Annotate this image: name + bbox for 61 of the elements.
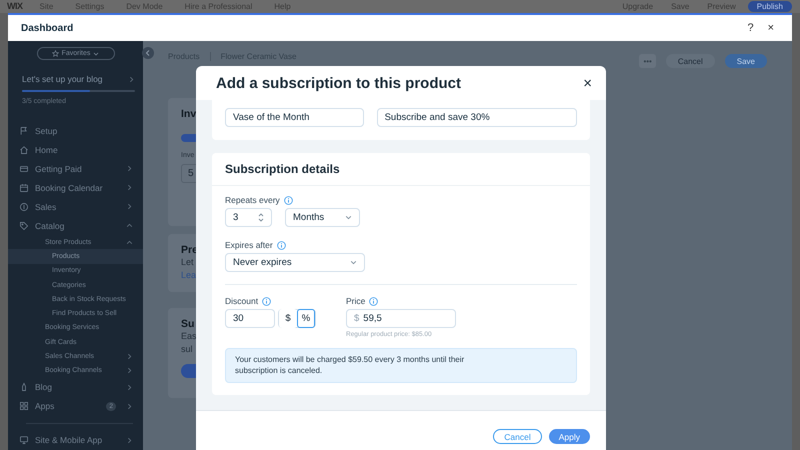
flag-icon bbox=[19, 126, 29, 136]
modal-title: Add a subscription to this product bbox=[216, 74, 462, 92]
chevron-left-icon bbox=[145, 50, 151, 56]
card-text: Eas bbox=[181, 330, 197, 343]
house-icon bbox=[19, 144, 29, 154]
more-button[interactable]: ••• bbox=[639, 54, 656, 68]
field-label: Discount bbox=[225, 296, 258, 306]
publish-button[interactable]: Publish bbox=[748, 1, 792, 12]
nav-item[interactable]: Getting Paid bbox=[8, 159, 143, 178]
dropdown[interactable]: Never expires bbox=[225, 253, 365, 272]
section-title: Subscription details bbox=[212, 153, 590, 186]
close-button[interactable]: × bbox=[764, 22, 778, 34]
info-notice: Your customers will be charged $59.50 every 3 months until their subscription is canceled. bbox=[225, 348, 577, 383]
nav-item[interactable]: Booking Calendar bbox=[8, 178, 143, 197]
field-label: Price bbox=[346, 296, 366, 306]
card-icon bbox=[19, 164, 29, 174]
coin-icon bbox=[19, 202, 29, 212]
tag-icon bbox=[19, 220, 29, 230]
nav-item[interactable]: Home bbox=[8, 140, 143, 159]
info-icon[interactable] bbox=[284, 196, 293, 204]
field-label: Repeats every bbox=[225, 195, 280, 205]
input-field[interactable]: Vase of the Month bbox=[225, 108, 364, 127]
nav-item[interactable]: Sales bbox=[8, 197, 143, 216]
calendar-icon bbox=[19, 182, 29, 192]
input-field[interactable]: Subscribe and save 30% bbox=[376, 108, 577, 127]
info-icon[interactable] bbox=[262, 296, 272, 306]
number-stepper[interactable]: 3 bbox=[225, 208, 272, 227]
card-title: Inv bbox=[181, 108, 196, 120]
unit-toggle[interactable]: % bbox=[297, 309, 315, 328]
help-button[interactable]: ? bbox=[743, 22, 758, 34]
nav-item[interactable]: Blog bbox=[8, 378, 143, 397]
card-text: Let bbox=[181, 256, 194, 269]
apply-button[interactable]: Apply bbox=[548, 429, 590, 444]
chevron-icon bbox=[128, 76, 135, 82]
cancel-button[interactable]: Cancel bbox=[493, 429, 542, 444]
logo[interactable]: WIX bbox=[7, 2, 22, 11]
chevron-icon bbox=[345, 214, 352, 221]
window-title: Dashboard bbox=[21, 22, 74, 34]
input-field[interactable]: 30 bbox=[225, 309, 275, 328]
nav-item[interactable]: Setup bbox=[8, 121, 143, 140]
nav-item[interactable]: Catalog bbox=[8, 216, 143, 235]
field-label: Expires after bbox=[225, 240, 273, 250]
info-icon[interactable] bbox=[369, 296, 378, 306]
stepper-arrows-icon[interactable] bbox=[258, 212, 264, 223]
unit-toggle[interactable]: $ bbox=[279, 309, 297, 328]
chevron-icon bbox=[350, 259, 357, 266]
save-button[interactable]: Save bbox=[724, 54, 767, 68]
setup-title[interactable]: Let's set up your blog bbox=[22, 74, 103, 84]
info-icon[interactable] bbox=[276, 240, 286, 250]
grid-icon bbox=[19, 401, 29, 412]
nav-item[interactable]: Site & Mobile App bbox=[8, 430, 143, 450]
star-icon bbox=[52, 50, 59, 57]
pen-icon bbox=[19, 382, 29, 392]
close-button[interactable]: × bbox=[581, 76, 594, 90]
card-title: Su bbox=[181, 318, 194, 330]
card-text: sul bbox=[181, 343, 193, 356]
monitor-icon bbox=[19, 435, 29, 446]
cancel-button[interactable]: Cancel bbox=[666, 54, 715, 68]
price-field[interactable]: $ 59,5 bbox=[346, 309, 456, 328]
chevron-icon bbox=[93, 50, 100, 56]
dropdown[interactable]: Months bbox=[285, 208, 360, 227]
